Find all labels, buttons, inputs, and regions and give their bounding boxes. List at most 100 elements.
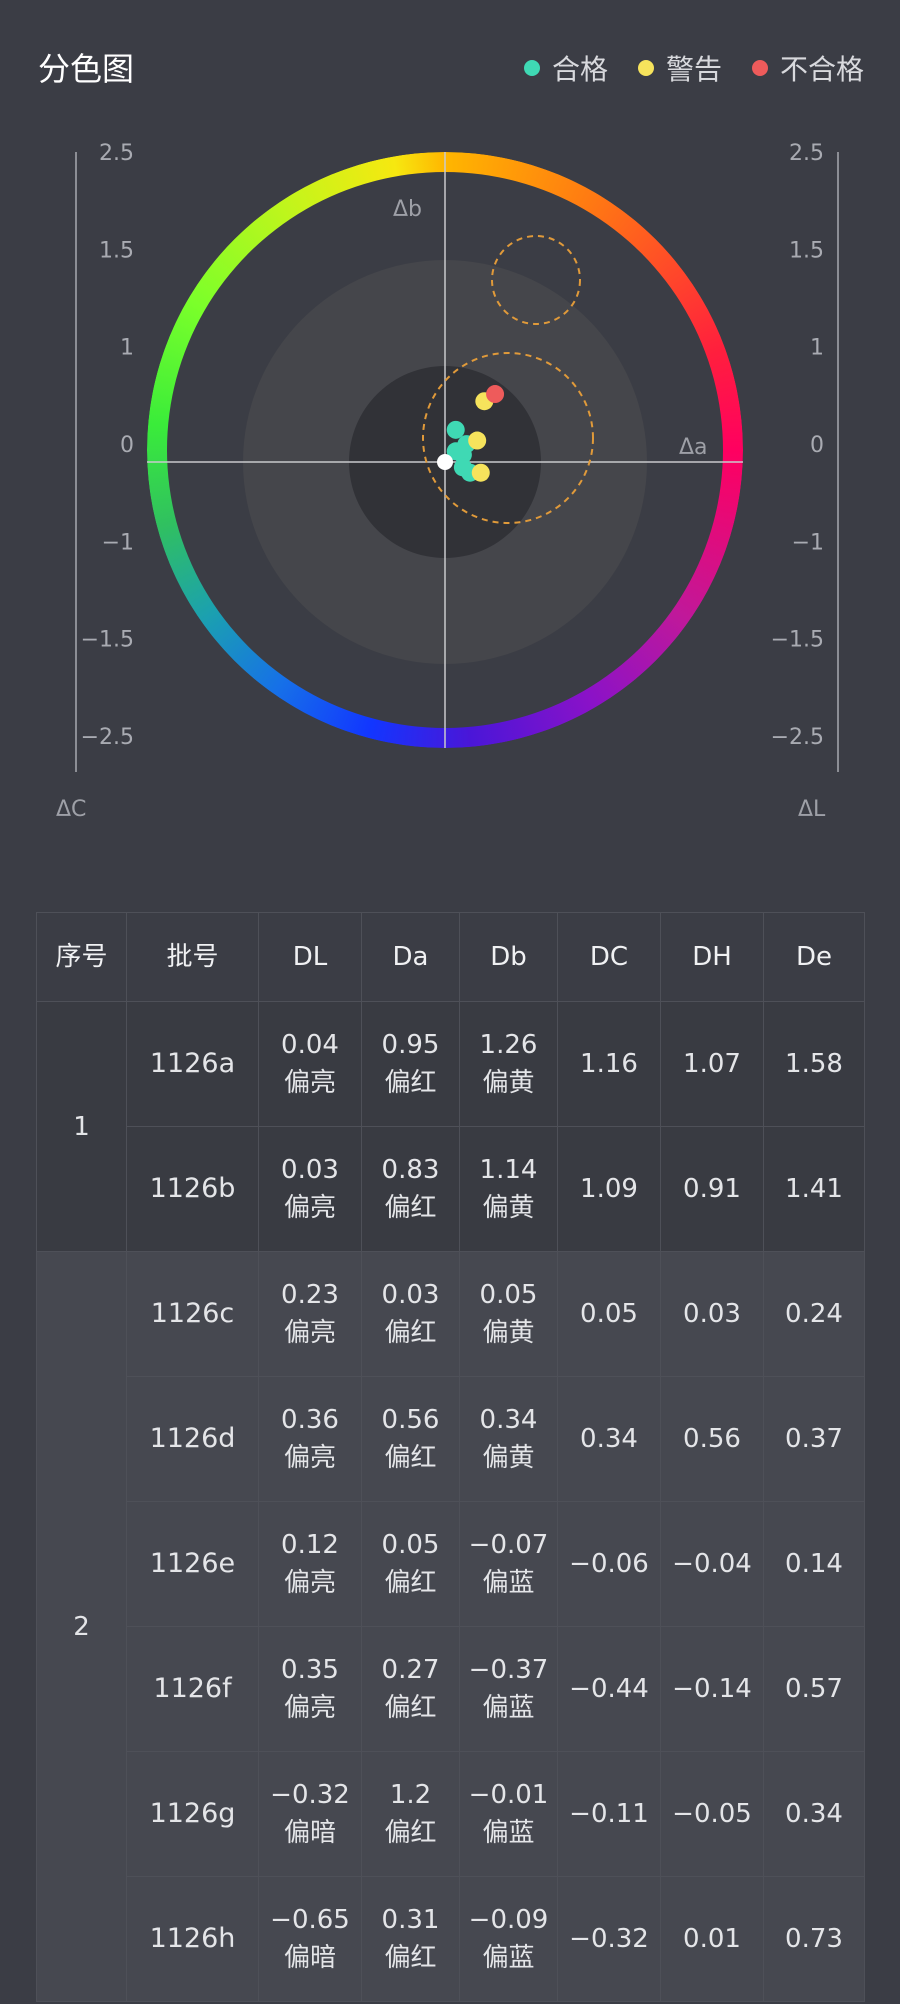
left-tick-label: −1 — [102, 530, 134, 555]
batch-cell: 1126b — [126, 1126, 259, 1252]
left-tick-label: 1.5 — [99, 238, 134, 263]
table-row[interactable]: 1126b 0.03 偏亮 0.83 偏红 1.14 偏黄 1.09 0.91 1.41 — [37, 1126, 865, 1252]
right-tick-label: 2.5 — [789, 141, 824, 166]
dl-direction: 偏亮 — [283, 1568, 336, 1598]
right-tick-labels: 2.5 1.5 1 0 −1 −1.5 −2.5 — [771, 141, 824, 750]
db-direction: 偏蓝 — [482, 1818, 535, 1848]
group-index-cell: 2 — [36, 1251, 127, 2002]
db-direction: 偏蓝 — [482, 1568, 535, 1598]
legend-label-pass: 合格 — [551, 53, 608, 86]
table-row[interactable]: 1126g −0.32 偏暗 1.2 偏红 −0.01 偏蓝 −0.11 −0.05 0.34 — [37, 1751, 865, 1877]
dl-direction: 偏亮 — [283, 1443, 336, 1473]
db-direction: 偏蓝 — [482, 1693, 535, 1723]
data-point-fail[interactable] — [486, 385, 505, 404]
col-header-index: 序号 — [36, 912, 127, 1002]
legend-dot-fail-icon — [751, 60, 768, 76]
legend-item-warning: 警告 — [637, 48, 722, 88]
dl-cell: 0.04 偏亮 — [258, 1001, 362, 1127]
da-cell: 0.56 偏红 — [361, 1376, 460, 1502]
dh-cell: −0.14 — [660, 1626, 764, 1752]
table-row[interactable]: 1126h −0.65 偏暗 0.31 偏红 −0.09 偏蓝 −0.32 0.01 0.73 — [37, 1876, 865, 2002]
da-value: 0.03 — [381, 1280, 440, 1310]
db-value: 0.05 — [479, 1280, 538, 1310]
da-value: 0.05 — [381, 1530, 440, 1560]
de-cell: 0.37 — [763, 1376, 865, 1502]
dc-cell: 1.16 — [557, 1001, 661, 1127]
dc-cell: −0.32 — [557, 1876, 661, 2002]
da-cell: 0.95 偏红 — [361, 1001, 460, 1127]
data-point-warning[interactable] — [468, 431, 487, 450]
db-value: −0.37 — [468, 1655, 549, 1685]
dc-cell: 0.05 — [557, 1251, 661, 1377]
de-cell: 1.58 — [763, 1001, 865, 1127]
da-direction: 偏红 — [384, 1068, 437, 1098]
db-cell: −0.01 偏蓝 — [459, 1751, 558, 1877]
dl-value: 0.36 — [281, 1405, 339, 1435]
dc-cell: −0.11 — [557, 1751, 661, 1877]
right-tick-label: 1 — [810, 336, 824, 361]
legend-dot-warning-icon — [637, 60, 654, 76]
de-cell: 0.73 — [763, 1876, 865, 2002]
de-cell: 1.41 — [763, 1126, 865, 1252]
batch-cell: 1126f — [126, 1626, 259, 1752]
left-tick-label: 1 — [120, 336, 134, 361]
da-direction: 偏红 — [384, 1193, 437, 1223]
db-axis-label: Δb — [393, 197, 422, 222]
right-tick-label: 0 — [810, 433, 824, 458]
db-direction: 偏黄 — [482, 1318, 535, 1348]
da-cell: 0.05 偏红 — [361, 1501, 460, 1627]
col-header-batch: 批号 — [126, 912, 259, 1002]
da-cell: 0.27 偏红 — [361, 1626, 460, 1752]
db-direction: 偏黄 — [482, 1068, 535, 1098]
da-direction: 偏红 — [384, 1318, 437, 1348]
da-cell: 0.03 偏红 — [361, 1251, 460, 1377]
de-cell: 0.57 — [763, 1626, 865, 1752]
table-row[interactable]: 1126f 0.35 偏亮 0.27 偏红 −0.37 偏蓝 −0.44 −0.14 0.57 — [37, 1626, 865, 1752]
da-direction: 偏红 — [384, 1693, 437, 1723]
db-value: −0.09 — [468, 1905, 549, 1935]
col-header-dc: DC — [557, 912, 661, 1002]
col-header-dl: DL — [258, 912, 362, 1002]
dh-cell: 0.03 — [660, 1251, 764, 1377]
db-cell: −0.09 偏蓝 — [459, 1876, 558, 2002]
dh-cell: 1.07 — [660, 1001, 764, 1127]
dh-cell: −0.05 — [660, 1751, 764, 1877]
table-row[interactable]: 1126e 0.12 偏亮 0.05 偏红 −0.07 偏蓝 −0.06 −0.04 0.14 — [37, 1501, 865, 1627]
legend-label-warning: 警告 — [665, 53, 722, 86]
dl-direction: 偏暗 — [283, 1943, 336, 1973]
table-row[interactable]: 1126d 0.36 偏亮 0.56 偏红 0.34 偏黄 0.34 0.56 0.37 — [37, 1376, 865, 1502]
da-axis-label: Δa — [679, 435, 708, 460]
dc-cell: −0.44 — [557, 1626, 661, 1752]
table-body: 1 1126a 0.04 偏亮 0.95 偏红 1.26 偏黄 1.16 1.07 1.58 1126… — [36, 1001, 865, 2002]
color-data-table: 序号 批号 DL Da Db DC DH De 1 1126a 0.04 偏亮 0.95… — [36, 912, 865, 2002]
dl-direction: 偏亮 — [283, 1068, 336, 1098]
batch-cell: 1126a — [126, 1001, 259, 1127]
table-row[interactable]: 2 1126c 0.23 偏亮 0.03 偏红 0.05 偏黄 0.05 0.03 0.24 — [36, 1251, 865, 2002]
left-tick-label: −2.5 — [81, 725, 134, 750]
da-direction: 偏红 — [384, 1568, 437, 1598]
dl-value: 0.12 — [281, 1530, 339, 1560]
batch-cell: 1126d — [126, 1376, 259, 1502]
data-point-pass[interactable] — [446, 420, 465, 439]
color-difference-chart: 2.5 1.5 1 0 −1 −1.5 −2.5 2.5 1.5 1 0 −1 −1.5 −2.5 ΔC… — [0, 120, 900, 840]
data-point-warning[interactable] — [471, 463, 490, 482]
db-direction: 偏黄 — [482, 1193, 535, 1223]
da-cell: 0.83 偏红 — [361, 1126, 460, 1252]
da-direction: 偏红 — [384, 1443, 437, 1473]
da-value: 0.31 — [381, 1905, 440, 1935]
table-row[interactable]: 1 1126a 0.04 偏亮 0.95 偏红 1.26 偏黄 1.16 1.07 1.58 — [36, 1001, 865, 1252]
db-value: −0.01 — [468, 1780, 549, 1810]
legend-label-fail: 不合格 — [779, 53, 864, 86]
col-header-db: Db — [459, 912, 558, 1002]
left-tick-labels: 2.5 1.5 1 0 −1 −1.5 −2.5 — [81, 141, 134, 750]
left-scale-label: ΔC — [56, 797, 86, 822]
dl-value: 0.35 — [281, 1655, 339, 1685]
dl-direction: 偏亮 — [283, 1318, 336, 1348]
batch-cell: 1126g — [126, 1751, 259, 1877]
dh-cell: 0.91 — [660, 1126, 764, 1252]
left-tick-label: 0 — [120, 433, 134, 458]
left-tick-label: 2.5 — [99, 141, 134, 166]
dc-cell: 1.09 — [557, 1126, 661, 1252]
dl-direction: 偏亮 — [283, 1193, 336, 1223]
da-value: 0.27 — [381, 1655, 440, 1685]
